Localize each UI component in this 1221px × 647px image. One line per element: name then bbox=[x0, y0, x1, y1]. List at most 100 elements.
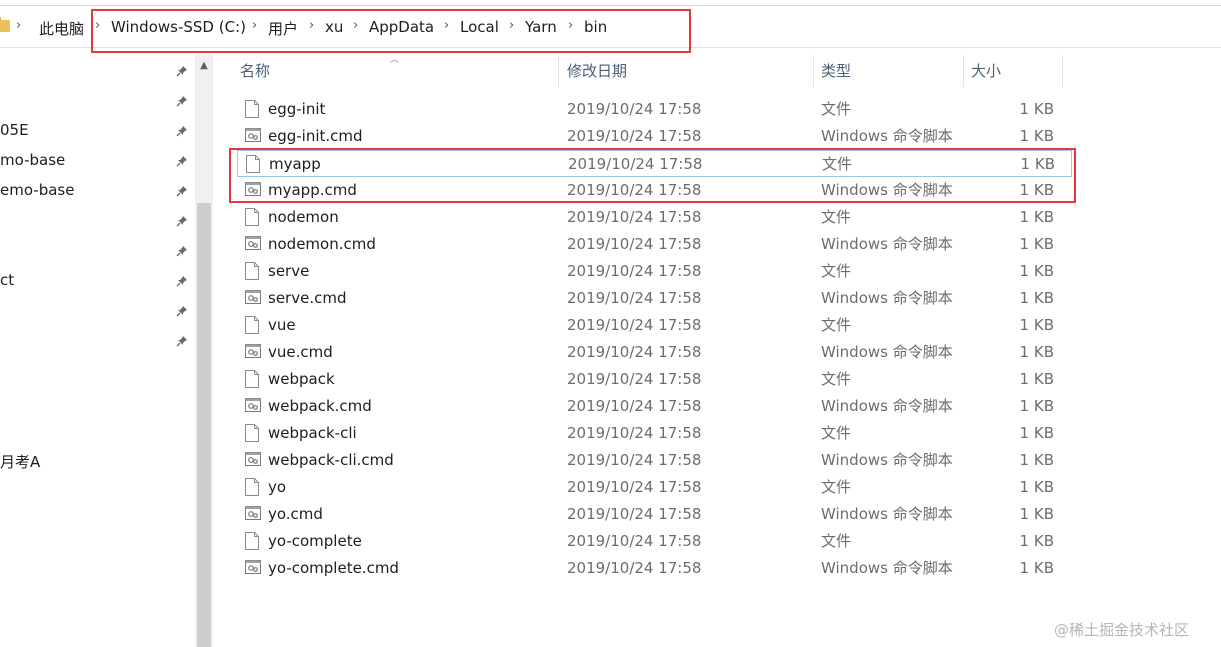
file-row[interactable]: myapp.cmd 2019/10/24 17:58 Windows 命令脚本 1 K… bbox=[237, 177, 1072, 204]
file-size: 1 KB bbox=[1019, 397, 1054, 415]
file-name: vue bbox=[268, 316, 296, 334]
file-icon bbox=[245, 532, 259, 550]
file-size: 1 KB bbox=[1019, 289, 1054, 307]
pin-icon[interactable] bbox=[176, 215, 188, 227]
cmd-script-icon bbox=[245, 289, 261, 307]
file-row[interactable]: serve 2019/10/24 17:58 文件 1 KB bbox=[237, 258, 1072, 285]
file-row[interactable]: egg-init 2019/10/24 17:58 文件 1 KB bbox=[237, 96, 1072, 123]
breadcrumb-bin[interactable]: bin bbox=[584, 18, 607, 36]
file-name: webpack.cmd bbox=[268, 397, 372, 415]
file-modified-date: 2019/10/24 17:58 bbox=[567, 397, 702, 415]
nav-item[interactable]: ct bbox=[0, 271, 14, 289]
nav-scrollbar[interactable]: ▲ bbox=[195, 55, 213, 647]
breadcrumb-separator[interactable]: › bbox=[444, 18, 449, 33]
cmd-script-icon bbox=[245, 451, 261, 469]
nav-scrollbar-thumb[interactable] bbox=[197, 203, 211, 647]
pin-icon[interactable] bbox=[176, 245, 188, 257]
chevron-up-icon[interactable]: ▲ bbox=[195, 59, 213, 73]
pin-icon[interactable] bbox=[176, 275, 188, 287]
file-modified-date: 2019/10/24 17:58 bbox=[567, 370, 702, 388]
file-icon bbox=[245, 316, 259, 334]
file-name: egg-init.cmd bbox=[268, 127, 363, 145]
pin-icon[interactable] bbox=[176, 185, 188, 197]
cmd-script-icon bbox=[245, 235, 261, 253]
pin-icon[interactable] bbox=[176, 155, 188, 167]
breadcrumb-yarn[interactable]: Yarn bbox=[525, 18, 557, 36]
file-type: 文件 bbox=[821, 262, 852, 280]
column-header-date[interactable]: 修改日期 bbox=[561, 55, 814, 87]
file-name: nodemon.cmd bbox=[268, 235, 376, 253]
nav-item[interactable]: 月考A bbox=[0, 451, 40, 472]
file-row[interactable]: serve.cmd 2019/10/24 17:58 Windows 命令脚本 1 K… bbox=[237, 285, 1072, 312]
file-type: 文件 bbox=[821, 316, 852, 334]
file-row[interactable]: myapp 2019/10/24 17:58 文件 1 KB bbox=[237, 150, 1072, 177]
file-row[interactable]: vue 2019/10/24 17:58 文件 1 KB bbox=[237, 312, 1072, 339]
file-row[interactable]: webpack-cli.cmd 2019/10/24 17:58 Windows 命… bbox=[237, 447, 1072, 474]
column-header-size[interactable]: 大小 bbox=[965, 55, 1063, 87]
file-name: nodemon bbox=[268, 208, 339, 226]
pin-icon[interactable] bbox=[176, 305, 188, 317]
file-name: yo bbox=[268, 478, 287, 496]
file-row[interactable]: nodemon.cmd 2019/10/24 17:58 Windows 命令脚本 1… bbox=[237, 231, 1072, 258]
cmd-script-icon bbox=[245, 505, 261, 523]
file-modified-date: 2019/10/24 17:58 bbox=[568, 155, 703, 173]
pin-icon[interactable] bbox=[176, 65, 188, 77]
navigation-pane: 05E mo-base emo-base ct 月考A ▲ bbox=[0, 55, 213, 647]
pin-icon[interactable] bbox=[176, 335, 188, 347]
breadcrumb-separator[interactable]: › bbox=[353, 18, 358, 33]
file-modified-date: 2019/10/24 17:58 bbox=[567, 343, 702, 361]
watermark: @稀土掘金技术社区 bbox=[1054, 621, 1190, 639]
file-row[interactable]: webpack-cli 2019/10/24 17:58 文件 1 KB bbox=[237, 420, 1072, 447]
file-icon bbox=[245, 262, 259, 280]
file-type: 文件 bbox=[821, 370, 852, 388]
file-name: egg-init bbox=[268, 100, 326, 118]
breadcrumb-separator[interactable]: › bbox=[309, 18, 314, 33]
file-row[interactable]: yo.cmd 2019/10/24 17:58 Windows 命令脚本 1 KB bbox=[237, 501, 1072, 528]
breadcrumb-separator[interactable]: › bbox=[95, 18, 100, 33]
breadcrumb-users[interactable]: 用户 bbox=[268, 18, 298, 39]
breadcrumb-separator[interactable]: › bbox=[509, 18, 514, 33]
file-name: webpack bbox=[268, 370, 335, 388]
column-header-name[interactable]: 名称 bbox=[234, 55, 559, 87]
file-row[interactable]: nodemon 2019/10/24 17:58 文件 1 KB bbox=[237, 204, 1072, 231]
file-name: vue.cmd bbox=[268, 343, 333, 361]
nav-item[interactable]: 05E bbox=[0, 121, 29, 139]
breadcrumb-separator[interactable]: › bbox=[568, 18, 573, 33]
file-row[interactable]: egg-init.cmd 2019/10/24 17:58 Windows 命令脚本… bbox=[237, 123, 1072, 150]
pin-icon[interactable] bbox=[176, 125, 188, 137]
file-name: yo-complete.cmd bbox=[268, 559, 399, 577]
breadcrumb-this-pc[interactable]: 此电脑 bbox=[39, 18, 84, 39]
column-header-type[interactable]: 类型 bbox=[815, 55, 964, 87]
file-icon bbox=[245, 208, 259, 226]
file-row[interactable]: yo-complete 2019/10/24 17:58 文件 1 KB bbox=[237, 528, 1072, 555]
file-modified-date: 2019/10/24 17:58 bbox=[567, 181, 702, 199]
file-name: yo.cmd bbox=[268, 505, 323, 523]
file-row[interactable]: yo-complete.cmd 2019/10/24 17:58 Windows 命… bbox=[237, 555, 1072, 582]
file-size: 1 KB bbox=[1019, 235, 1054, 253]
file-type: Windows 命令脚本 bbox=[821, 397, 953, 415]
breadcrumb-separator[interactable]: › bbox=[16, 18, 21, 33]
file-type: Windows 命令脚本 bbox=[821, 127, 953, 145]
file-size: 1 KB bbox=[1019, 316, 1054, 334]
file-type: Windows 命令脚本 bbox=[821, 235, 953, 253]
file-modified-date: 2019/10/24 17:58 bbox=[567, 100, 702, 118]
file-size: 1 KB bbox=[1019, 478, 1054, 496]
nav-item[interactable]: mo-base bbox=[0, 151, 65, 169]
breadcrumb-appdata[interactable]: AppData bbox=[369, 18, 434, 36]
address-bar[interactable]: › 此电脑 › Windows-SSD (C:) › 用户 › xu › App… bbox=[0, 10, 1221, 48]
nav-item[interactable]: emo-base bbox=[0, 181, 74, 199]
file-type: Windows 命令脚本 bbox=[821, 343, 953, 361]
file-type: 文件 bbox=[821, 532, 852, 550]
file-row[interactable]: yo 2019/10/24 17:58 文件 1 KB bbox=[237, 474, 1072, 501]
breadcrumb-drive-c[interactable]: Windows-SSD (C:) bbox=[111, 18, 246, 36]
file-row[interactable]: webpack 2019/10/24 17:58 文件 1 KB bbox=[237, 366, 1072, 393]
pin-icon[interactable] bbox=[176, 95, 188, 107]
file-icon bbox=[245, 478, 259, 496]
breadcrumb-separator[interactable]: › bbox=[252, 18, 257, 33]
file-icon bbox=[245, 370, 259, 388]
breadcrumb-local[interactable]: Local bbox=[460, 18, 499, 36]
file-row[interactable]: vue.cmd 2019/10/24 17:58 Windows 命令脚本 1 KB bbox=[237, 339, 1072, 366]
breadcrumb-xu[interactable]: xu bbox=[325, 18, 343, 36]
file-row[interactable]: webpack.cmd 2019/10/24 17:58 Windows 命令脚本 1… bbox=[237, 393, 1072, 420]
file-modified-date: 2019/10/24 17:58 bbox=[567, 559, 702, 577]
